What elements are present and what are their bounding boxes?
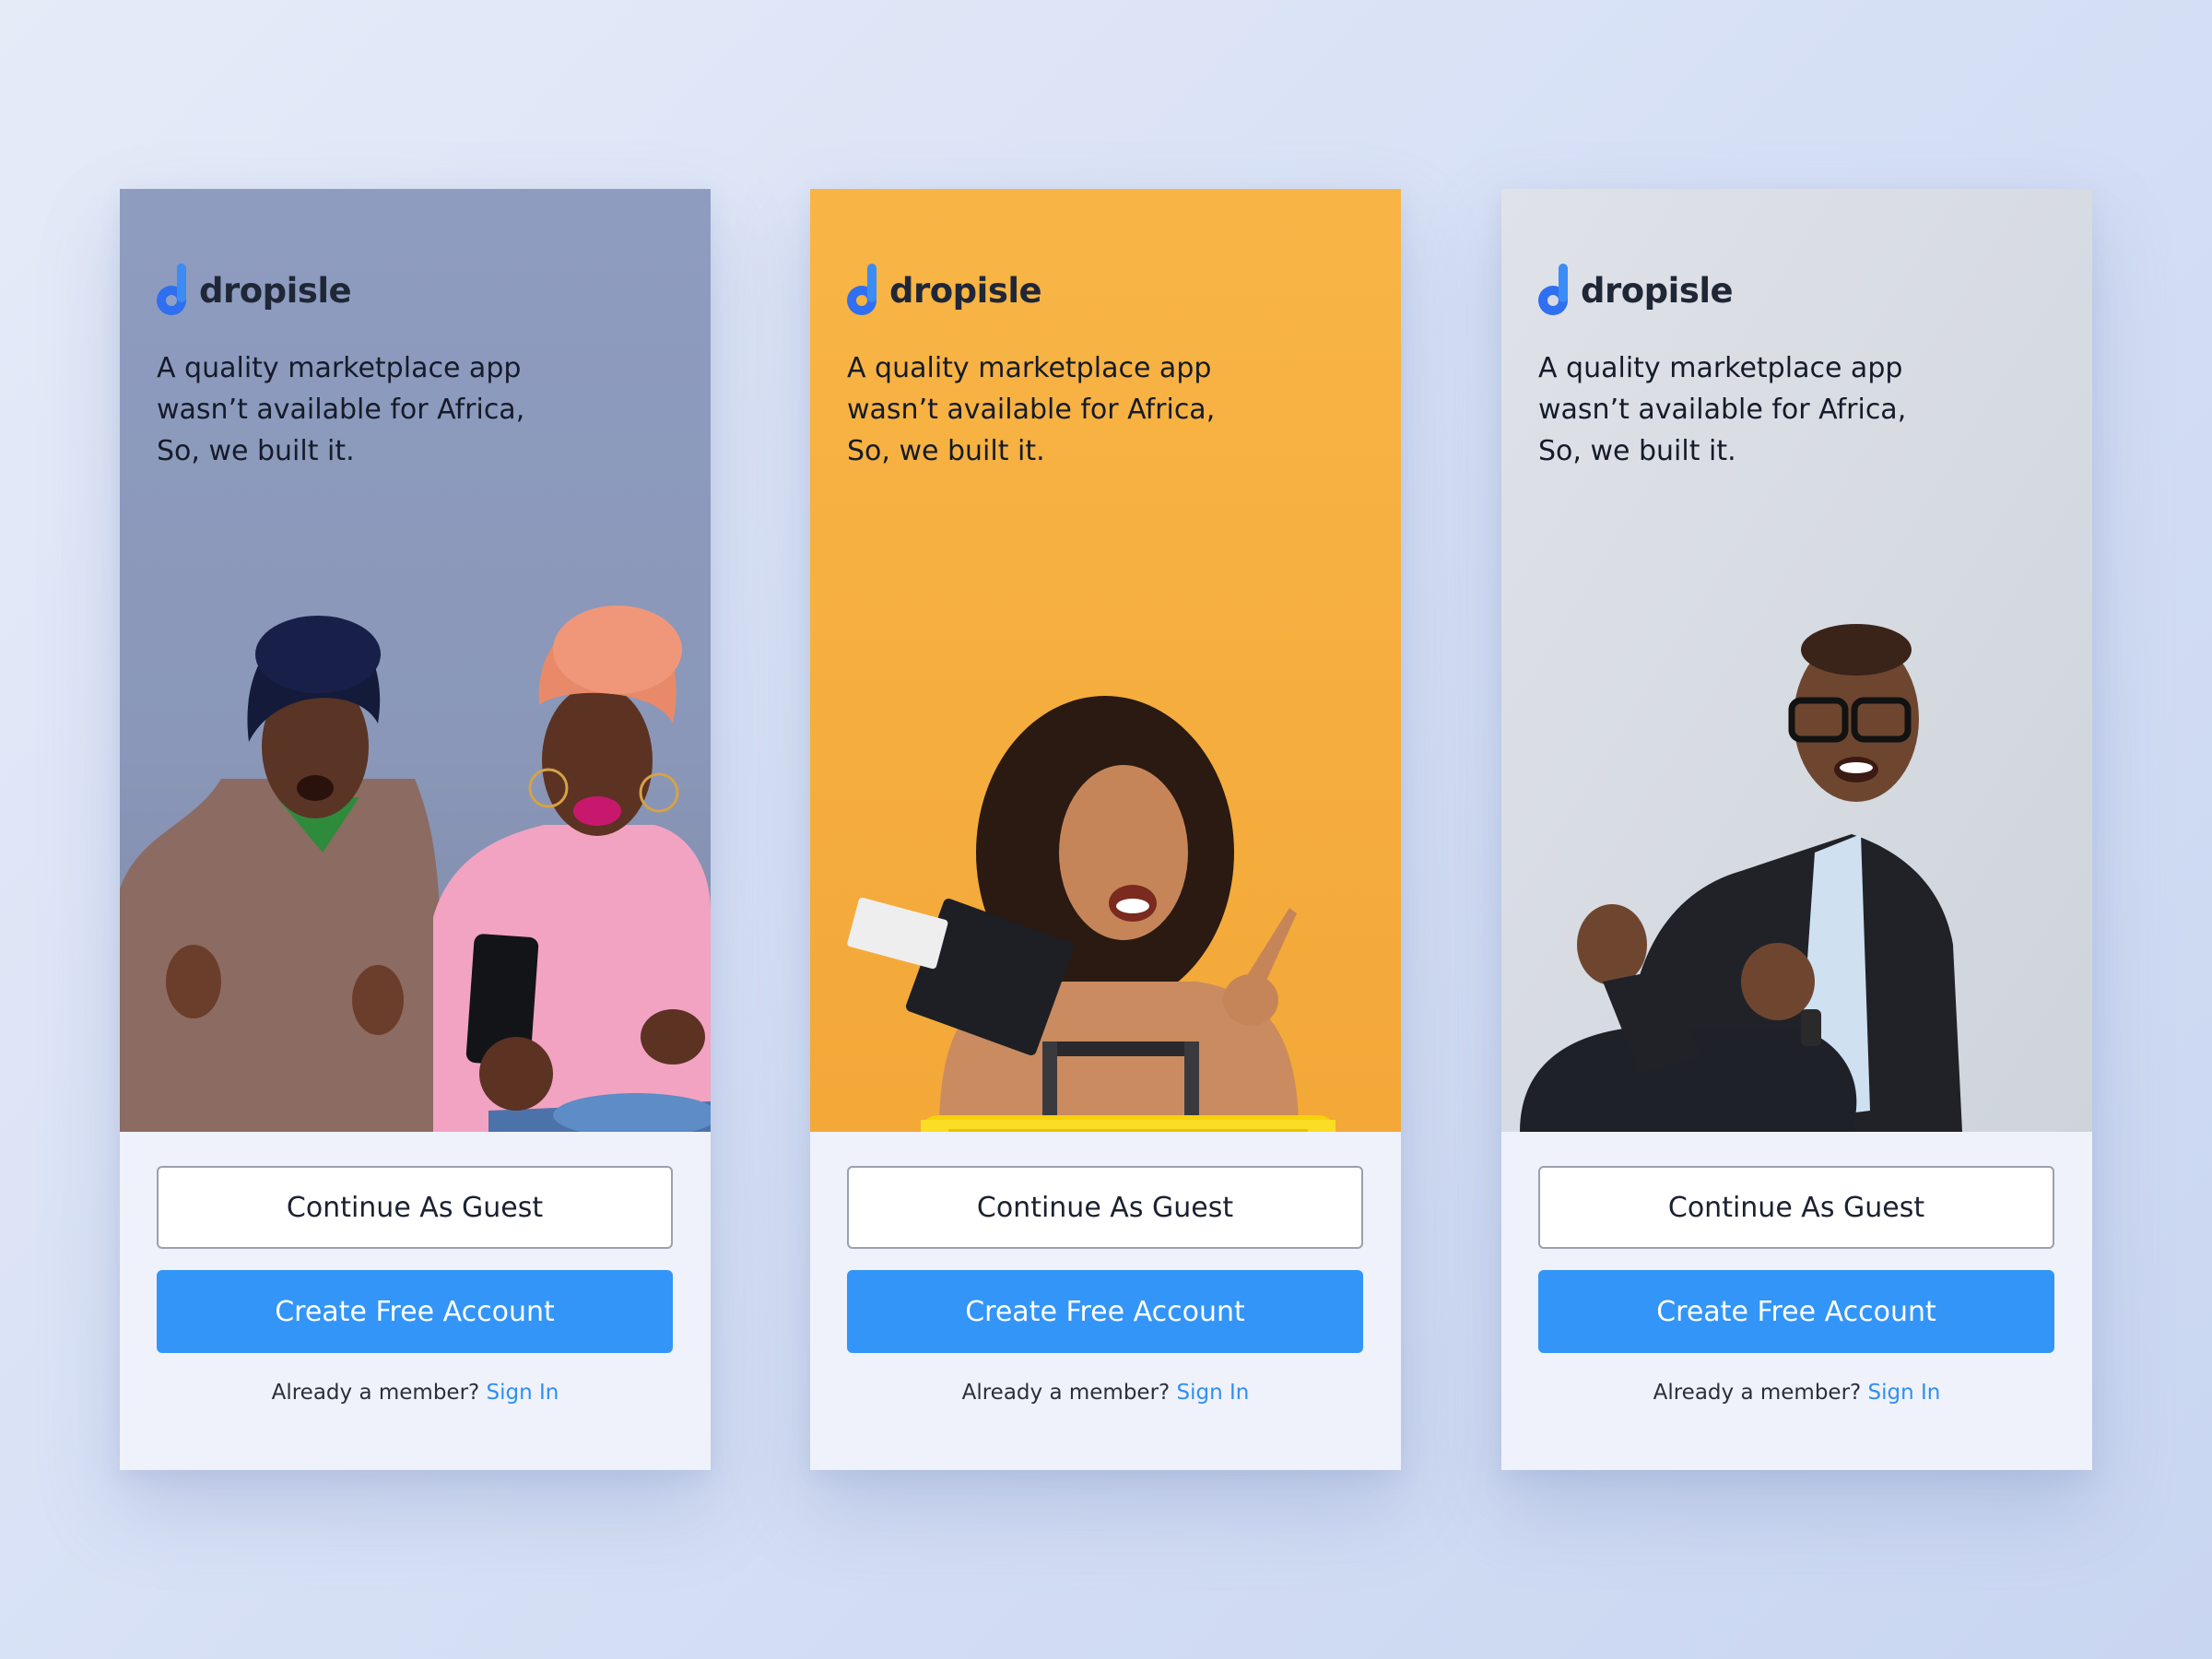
create-free-account-button[interactable]: Create Free Account	[1538, 1270, 2054, 1353]
onboarding-screen-2: dropisle A quality marketplace app wasn’…	[810, 189, 1401, 1470]
tagline: A quality marketplace app wasn’t availab…	[1538, 347, 2018, 472]
tagline-line-2: wasn’t available for Africa,	[847, 394, 1216, 426]
hero-image	[810, 189, 1401, 1132]
action-panel: Continue As Guest Create Free Account Al…	[1501, 1132, 2092, 1470]
create-free-account-button[interactable]: Create Free Account	[847, 1270, 1363, 1353]
already-member-text: Already a member?	[961, 1381, 1177, 1405]
action-panel: Continue As Guest Create Free Account Al…	[120, 1132, 711, 1470]
dropisle-logo: dropisle	[1538, 263, 1734, 318]
dropisle-logo-icon	[847, 264, 877, 315]
continue-as-guest-button[interactable]: Continue As Guest	[157, 1166, 673, 1249]
tagline: A quality marketplace app wasn’t availab…	[157, 347, 636, 472]
tagline-line-1: A quality marketplace app	[847, 352, 1212, 384]
tagline-line-3: So, we built it.	[1538, 435, 1736, 467]
sign-in-prompt: Already a member? Sign In	[1501, 1381, 2092, 1405]
tagline-line-1: A quality marketplace app	[1538, 352, 1903, 384]
logo-wordmark: dropisle	[1581, 270, 1734, 311]
hero-photo-woman-suitcase	[810, 189, 1401, 1132]
sign-in-prompt: Already a member? Sign In	[810, 1381, 1401, 1405]
tagline-line-3: So, we built it.	[157, 435, 355, 467]
tagline-line-3: So, we built it.	[847, 435, 1045, 467]
continue-as-guest-button[interactable]: Continue As Guest	[847, 1166, 1363, 1249]
onboarding-screen-3: dropisle A quality marketplace app wasn’…	[1501, 189, 2092, 1470]
tagline: A quality marketplace app wasn’t availab…	[847, 347, 1326, 472]
dropisle-logo-icon	[157, 264, 186, 315]
create-free-account-button[interactable]: Create Free Account	[157, 1270, 673, 1353]
dropisle-logo: dropisle	[847, 263, 1042, 318]
hero-image	[1501, 189, 2092, 1132]
sign-in-prompt: Already a member? Sign In	[120, 1381, 711, 1405]
sign-in-link[interactable]: Sign In	[487, 1381, 559, 1405]
continue-as-guest-button[interactable]: Continue As Guest	[1538, 1166, 2054, 1249]
sign-in-link[interactable]: Sign In	[1868, 1381, 1941, 1405]
already-member-text: Already a member?	[271, 1381, 487, 1405]
tagline-line-2: wasn’t available for Africa,	[1538, 394, 1907, 426]
logo-wordmark: dropisle	[199, 270, 352, 311]
action-panel: Continue As Guest Create Free Account Al…	[810, 1132, 1401, 1470]
dropisle-logo: dropisle	[157, 263, 352, 318]
onboarding-screen-1: dropisle A quality marketplace app wasn’…	[120, 189, 711, 1470]
tagline-line-1: A quality marketplace app	[157, 352, 522, 384]
hero-image	[120, 189, 711, 1132]
already-member-text: Already a member?	[1653, 1381, 1868, 1405]
hero-photo-man-celebrating	[1501, 189, 2092, 1132]
tagline-line-2: wasn’t available for Africa,	[157, 394, 525, 426]
dropisle-logo-icon	[1538, 264, 1568, 315]
sign-in-link[interactable]: Sign In	[1177, 1381, 1250, 1405]
logo-wordmark: dropisle	[889, 270, 1042, 311]
hero-photo-two-women	[120, 189, 711, 1132]
